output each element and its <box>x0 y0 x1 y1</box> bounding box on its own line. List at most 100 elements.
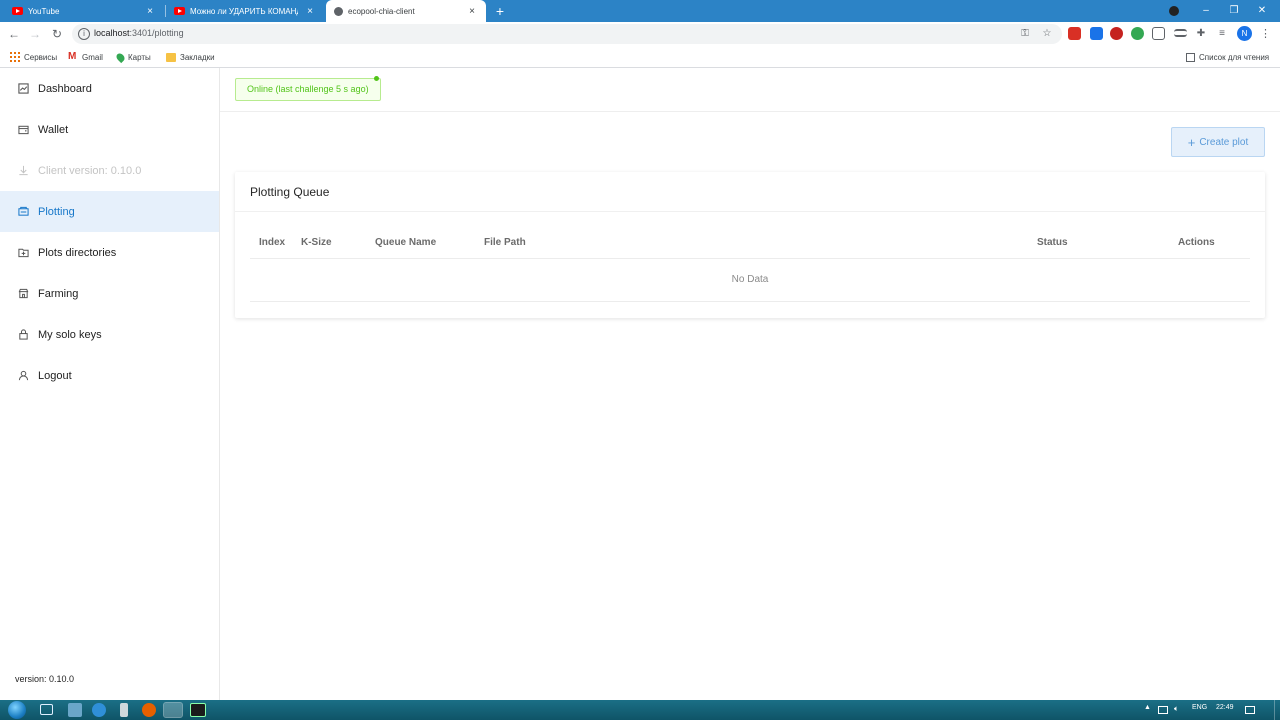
globe-icon <box>334 6 343 16</box>
reading-list-label: Список для чтения <box>1199 52 1270 62</box>
youtube-icon <box>12 7 23 15</box>
sidebar-item-solo-keys[interactable]: My solo keys <box>0 314 219 355</box>
close-icon[interactable]: × <box>466 6 478 17</box>
language-indicator[interactable]: ENG <box>1192 704 1207 711</box>
folder-add-icon <box>18 248 29 258</box>
sidebar-item-farming[interactable]: Farming <box>0 273 219 314</box>
divider <box>250 301 1250 302</box>
windows-taskbar: ▲ 🔈︎ ENG 22:49 <box>0 700 1280 720</box>
screen: YouTube × Можно ли УДАРИТЬ КОМАНДИ × eco… <box>0 0 1280 720</box>
bookmark-label: Gmail <box>82 52 103 62</box>
bookmark-label: Закладки <box>180 52 215 62</box>
minimize-button[interactable]: – <box>1192 0 1220 22</box>
key-icon[interactable]: ⚿ <box>1018 27 1032 41</box>
folder-icon <box>166 52 176 62</box>
column-header-file-path[interactable]: File Path <box>484 237 526 248</box>
more-menu-icon[interactable]: ⋮ <box>1260 26 1271 42</box>
sidebar-item-plots-directories[interactable]: Plots directories <box>0 232 219 273</box>
url-text[interactable]: localhost:3401/plotting <box>94 28 184 38</box>
bookmark-apps[interactable]: Сервисы <box>10 51 57 63</box>
plus-icon: + <box>1187 134 1196 150</box>
browser-toolbar: ← → ↻ i localhost:3401/plotting ⚿ ☆ ✚ ≡ … <box>0 22 1280 46</box>
column-header-queue-name[interactable]: Queue Name <box>375 237 436 248</box>
firefox-icon[interactable] <box>142 703 156 717</box>
column-header-ksize[interactable]: K-Size <box>301 237 332 248</box>
sidebar-item-plotting[interactable]: Plotting <box>0 191 219 232</box>
sidebar-item-label: Plots directories <box>38 246 117 259</box>
bookmark-label: Карты <box>128 52 151 62</box>
url-host: localhost <box>94 28 130 38</box>
bookmark-maps[interactable]: Карты <box>114 51 151 63</box>
browser-tab-ecopool[interactable]: ecopool-chia-client × <box>326 0 486 22</box>
apps-grid-icon <box>10 52 20 62</box>
tab-title: ecopool-chia-client <box>348 6 415 16</box>
maximize-button[interactable]: ❐ <box>1220 0 1248 22</box>
forward-arrow-icon[interactable]: → <box>26 25 44 43</box>
reload-icon[interactable]: ↻ <box>48 25 66 43</box>
sidebar-item-logout[interactable]: Logout <box>0 355 219 396</box>
star-icon[interactable]: ☆ <box>1040 27 1054 41</box>
column-header-actions[interactable]: Actions <box>1178 237 1215 248</box>
extension-blue-icon[interactable] <box>1090 27 1103 40</box>
sidebar: Dashboard Wallet Client version: 0.10.0 … <box>0 68 220 700</box>
bookmark-gmail[interactable]: M Gmail <box>68 51 103 63</box>
terminal-icon[interactable] <box>190 703 206 717</box>
task-view-icon[interactable] <box>40 704 53 715</box>
show-desktop-button[interactable] <box>1274 700 1280 720</box>
plotting-queue-card: Plotting Queue Index K-Size Queue Name F… <box>235 172 1265 318</box>
browser-tab-video[interactable]: Можно ли УДАРИТЬ КОМАНДИ × <box>166 0 324 22</box>
close-icon[interactable]: × <box>304 6 316 17</box>
online-status-badge: Online (last challenge 5 s ago) <box>235 78 381 101</box>
internet-explorer-icon[interactable] <box>92 703 106 717</box>
sidebar-item-client-version: Client version: 0.10.0 <box>0 150 219 191</box>
reading-list-icon[interactable]: ≡ <box>1215 27 1229 41</box>
sidebar-item-dashboard[interactable]: Dashboard <box>0 68 219 109</box>
column-header-status[interactable]: Status <box>1037 237 1068 248</box>
column-header-index[interactable]: Index <box>259 237 285 248</box>
maps-pin-icon <box>114 51 127 63</box>
sidebar-item-label: Logout <box>38 369 72 382</box>
download-icon <box>19 165 28 176</box>
puzzle-icon[interactable]: ✚ <box>1194 27 1208 41</box>
new-tab-button[interactable]: + <box>492 2 508 20</box>
extension-green-icon[interactable] <box>1131 27 1144 40</box>
info-icon[interactable]: i <box>78 28 90 40</box>
tray-expand-icon[interactable]: ▲ <box>1144 704 1151 711</box>
youtube-icon <box>174 7 185 15</box>
network-icon[interactable] <box>1158 706 1168 714</box>
chrome-taskbar-icon[interactable] <box>163 702 183 718</box>
reading-list-button[interactable]: Список для чтения <box>1186 51 1269 63</box>
create-plot-label: Create plot <box>1199 136 1249 148</box>
bookmark-label: Сервисы <box>24 52 58 62</box>
extension-stripes-icon[interactable] <box>1174 29 1187 37</box>
start-button[interactable] <box>8 701 26 719</box>
sidebar-item-wallet[interactable]: Wallet <box>0 109 219 150</box>
extension-red-icon[interactable] <box>1068 27 1081 40</box>
usb-icon[interactable] <box>120 703 128 717</box>
create-plot-button[interactable]: + Create plot <box>1171 127 1265 157</box>
adblock-icon[interactable] <box>1110 27 1123 40</box>
browser-tab-youtube[interactable]: YouTube × <box>4 0 164 22</box>
close-icon[interactable]: × <box>144 6 156 17</box>
sidebar-item-label: My solo keys <box>38 328 102 341</box>
lock-icon <box>19 329 28 340</box>
window-close-button[interactable]: ✕ <box>1248 0 1276 22</box>
tab-search-icon[interactable] <box>1169 6 1179 16</box>
address-bar[interactable]: i localhost:3401/plotting ⚿ ☆ <box>72 24 1062 44</box>
url-path: :3401/plotting <box>129 28 184 38</box>
sidebar-item-label: Wallet <box>38 123 69 136</box>
bookmark-folder[interactable]: Закладки <box>166 51 215 63</box>
clock[interactable]: 22:49 <box>1216 704 1234 711</box>
notifications-icon[interactable] <box>1245 706 1255 714</box>
sidebar-item-label: Plotting <box>38 205 75 218</box>
shop-icon <box>18 288 29 299</box>
volume-icon[interactable]: 🔈︎ <box>1174 704 1179 714</box>
sidebar-item-label: Dashboard <box>38 82 92 95</box>
dashboard-icon <box>18 83 29 94</box>
extension-camera-icon[interactable] <box>1152 27 1165 40</box>
explorer-icon[interactable] <box>68 703 82 717</box>
profile-avatar[interactable]: N <box>1237 26 1252 41</box>
back-arrow-icon[interactable]: ← <box>5 25 23 43</box>
card-title: Plotting Queue <box>250 185 330 199</box>
empty-state-text: No Data <box>731 274 769 285</box>
